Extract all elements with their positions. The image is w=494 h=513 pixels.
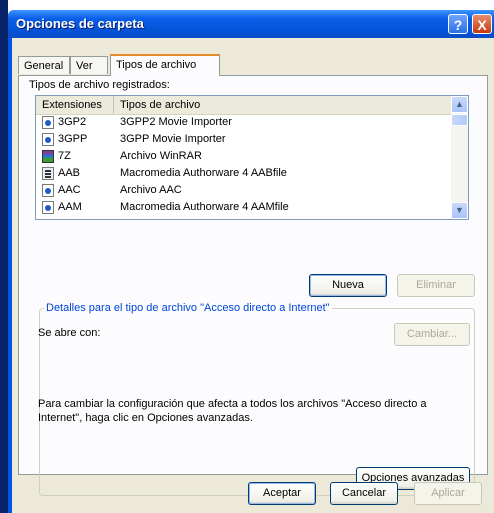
list-item[interactable]: AAM Macromedia Authorware 4 AAMfile (36, 199, 452, 216)
delete-button[interactable]: Eliminar (397, 274, 475, 297)
close-button[interactable]: X (472, 14, 492, 34)
extension-cell: 3GPP (58, 133, 88, 145)
list-item[interactable]: 3GP2 3GPP2 Movie Importer (36, 114, 452, 131)
scroll-up-icon[interactable]: ▲ (451, 96, 468, 113)
tab-file-types[interactable]: Tipos de archivo (110, 54, 220, 76)
file-type-cell: Archivo WinRAR (120, 150, 202, 162)
dialog-body: General Ver Tipos de archivo Tipos de ar… (12, 38, 494, 513)
details-groupbox: Detalles para el tipo de archivo "Acceso… (38, 302, 475, 496)
authorware-icon (42, 167, 54, 180)
background-window-edge (0, 0, 8, 513)
winrar-icon (42, 150, 54, 163)
column-file-types[interactable]: Tipos de archivo (114, 96, 452, 114)
ok-button[interactable]: Aceptar (248, 482, 316, 505)
extension-cell: AAB (58, 167, 81, 179)
column-extensions[interactable]: Extensiones (36, 96, 114, 114)
scroll-thumb[interactable] (451, 114, 468, 126)
file-type-cell: Macromedia Authorware 4 AABfile (120, 167, 287, 179)
extension-cell: 3GP2 (58, 116, 87, 128)
folder-options-dialog: Opciones de carpeta ? X General Ver Tipo… (8, 10, 494, 513)
apply-button[interactable]: Aplicar (414, 482, 482, 505)
extension-cell: AAM (58, 201, 82, 213)
file-types-panel: Tipos de archivo registrados: Extensione… (18, 75, 488, 496)
file-type-cell: 3GPP Movie Importer (120, 133, 226, 145)
opens-with-label: Se abre con: (38, 327, 101, 339)
file-types-list[interactable]: Extensiones Tipos de archivo 3GP2 3GPP2 M… (35, 95, 469, 220)
list-scrollbar[interactable]: ▲ ▼ (451, 96, 468, 219)
change-button[interactable]: Cambiar... (394, 323, 470, 346)
list-item[interactable]: 7Z Archivo WinRAR (36, 148, 452, 165)
cancel-button[interactable]: Cancelar (330, 482, 398, 505)
quicktime-icon (42, 201, 54, 214)
details-legend: Detalles para el tipo de archivo "Acceso… (44, 302, 332, 314)
help-button[interactable]: ? (448, 14, 468, 34)
scroll-down-icon[interactable]: ▼ (451, 202, 468, 219)
registered-types-label: Tipos de archivo registrados: (29, 79, 170, 91)
quicktime-icon (42, 133, 54, 146)
extension-cell: AAC (58, 184, 81, 196)
extension-cell: 7Z (58, 150, 71, 162)
new-button[interactable]: Nueva (309, 274, 387, 297)
file-type-cell: Archivo AAC (120, 184, 182, 196)
file-type-cell: Macromedia Authorware 4 AAMfile (120, 201, 289, 213)
advanced-info-text: Para cambiar la configuración que afecta… (38, 398, 427, 424)
file-type-cell: 3GPP2 Movie Importer (120, 116, 232, 128)
title-bar[interactable]: Opciones de carpeta ? X (8, 10, 494, 38)
list-item[interactable]: AAB Macromedia Authorware 4 AABfile (36, 165, 452, 182)
tab-ver[interactable]: Ver (70, 56, 108, 74)
tab-general[interactable]: General (18, 56, 70, 74)
quicktime-icon (42, 184, 54, 197)
dialog-title: Opciones de carpeta (16, 16, 144, 31)
list-item[interactable]: 3GPP 3GPP Movie Importer (36, 131, 452, 148)
quicktime-icon (42, 116, 54, 129)
list-item[interactable]: AAC Archivo AAC (36, 182, 452, 199)
list-rows: 3GP2 3GPP2 Movie Importer 3GPP 3GPP Movie I… (36, 114, 452, 216)
list-header: Extensiones Tipos de archivo (36, 96, 452, 115)
